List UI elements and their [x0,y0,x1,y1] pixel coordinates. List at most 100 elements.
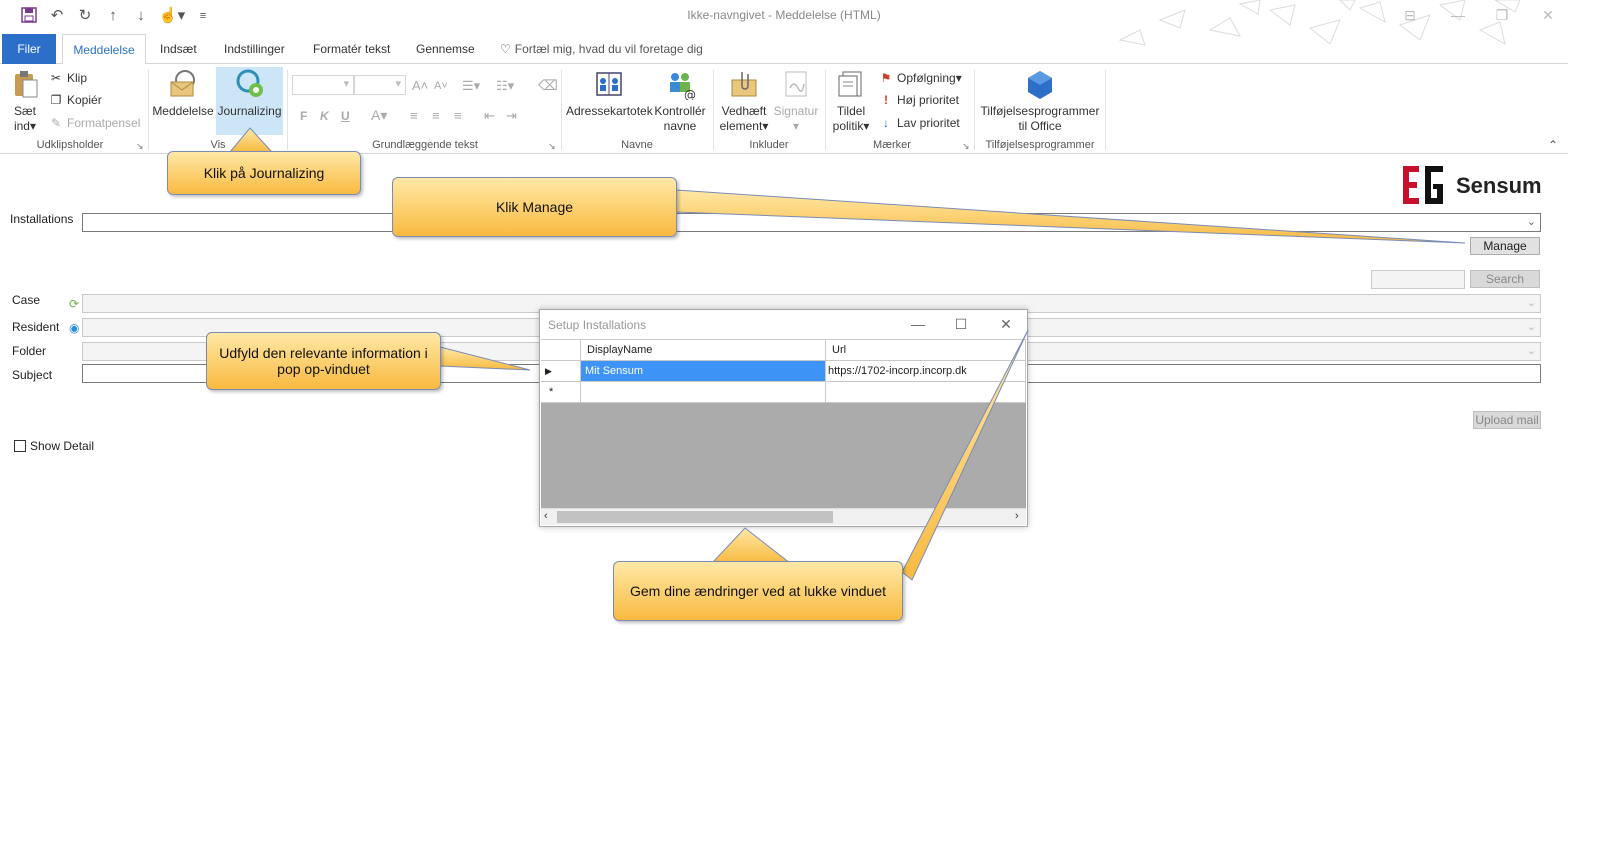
scroll-right-icon[interactable]: › [1015,510,1019,522]
scrollbar-thumb[interactable] [557,511,833,523]
row-selector-new[interactable]: * [541,382,581,403]
tell-me-text: Fortæl mig, hvad du vil foretage dig [514,42,703,56]
clear-formatting-icon[interactable]: ⌫ [538,77,558,94]
address-book-icon [593,68,625,100]
tab-file[interactable]: Filer [2,34,56,64]
dropdown-arrow-icon: ▾ [955,71,962,85]
grow-font-icon[interactable]: A˄ [412,78,428,93]
close-icon[interactable]: ✕ [991,314,1021,334]
font-size-dropdown[interactable]: ▾ [354,75,406,95]
case-label: Case [12,293,41,307]
bullets-icon[interactable]: ☰▾ [462,78,480,94]
dialog-launcher-icon[interactable]: ↘ [548,141,556,152]
paperclip-icon [728,68,760,100]
copy-label: Kopiér [67,93,102,107]
cut-label: Klip [67,71,88,85]
cut-button[interactable]: ✂ Klip [48,68,87,88]
italic-button[interactable]: K [320,109,329,123]
increase-indent-icon[interactable]: ⇥ [506,108,517,124]
group-basic-text-label: Grundlæggende tekst [372,139,478,151]
svg-text:@: @ [684,88,696,100]
maximize-icon[interactable]: ☐ [946,314,976,334]
decrease-indent-icon[interactable]: ⇤ [484,108,495,124]
group-include-label: Inkluder [749,139,789,151]
assign-policy-button[interactable]: Tildel politik▾ [828,68,874,134]
journalizing-button[interactable]: Journalizing [216,67,283,135]
numbering-icon[interactable]: ☷▾ [496,78,514,94]
case-refresh-icon[interactable]: ⟳ [69,297,79,311]
message-view-button[interactable]: Meddelelse [152,68,214,119]
high-priority-button[interactable]: ! Høj prioritet [878,90,959,110]
cell-displayname[interactable]: Mit Sensum [581,361,826,382]
lightbulb-icon: ♡ [500,42,511,56]
dialog-launcher-icon[interactable]: ↘ [136,141,144,152]
cell-displayname-new[interactable] [581,382,826,403]
tell-me-box[interactable]: ♡ Fortæl mig, hvad du vil foretage dig [490,34,713,64]
policy-icon [835,68,867,100]
font-color-button[interactable]: A▾ [371,107,387,124]
check-names-label: Kontrollér navne [654,104,706,133]
ribbon-display-icon[interactable]: ⊟ [1390,4,1430,26]
attach-item-button[interactable]: Vedhæft element▾ [716,68,772,134]
group-names-label: Navne [621,139,653,151]
pointer-save-up [710,527,792,564]
column-header-displayname[interactable]: DisplayName [581,340,826,361]
group-vis-label: Vis [210,139,226,151]
check-names-icon: @ [664,68,696,102]
folder-label: Folder [12,344,47,358]
address-book-button[interactable]: Adressekartotek [566,68,653,119]
check-names-button[interactable]: @ Kontrollér navne [652,68,708,134]
office-addins-button[interactable]: Tilføjelsesprogrammer til Office [978,68,1102,134]
horizontal-scrollbar[interactable]: ‹ › [541,508,1026,525]
show-detail-label: Show Detail [30,439,95,453]
down-arrow-icon: ↓ [883,116,889,130]
manage-button[interactable]: Manage [1470,237,1540,255]
divider [148,70,149,150]
divider [287,70,288,150]
scroll-left-icon[interactable]: ‹ [544,510,548,522]
paste-button[interactable]: Sæt ind▾ [6,68,44,134]
underline-button[interactable]: U [341,109,350,123]
signature-button[interactable]: Signatur ▾ [772,68,820,134]
align-right-icon[interactable]: ≡ [454,108,462,123]
flag-icon: ⚑ [880,71,892,85]
dialog-launcher-icon[interactable]: ↘ [962,141,970,152]
brand-name: Sensum [1456,173,1542,198]
shrink-font-icon[interactable]: A˅ [434,80,448,92]
minimize-icon[interactable]: — [1438,4,1478,26]
tab-options[interactable]: Indstillinger [214,34,295,64]
cell-url-new[interactable] [826,382,1026,403]
checkbox-box[interactable] [14,440,26,452]
cell-url[interactable]: https://1702-incorp.incorp.dk [826,361,1026,382]
tab-review[interactable]: Gennemse [406,34,485,64]
tab-format-text[interactable]: Formatér tekst [303,34,400,64]
tab-insert[interactable]: Indsæt [150,34,207,64]
align-center-icon[interactable]: ≡ [432,108,440,123]
align-left-icon[interactable]: ≡ [410,108,418,123]
resident-info-icon[interactable]: ◉ [69,321,79,335]
tab-message[interactable]: Meddelelse [62,34,146,65]
font-name-dropdown[interactable]: ▾ [292,75,354,95]
copy-button[interactable]: ❐ Kopiér [48,90,102,110]
maximize-icon[interactable]: ❐ [1482,4,1522,26]
installations-dropdown[interactable]: ⌄ [82,213,1541,232]
callout-journalizing: Klik på Journalizing [167,151,361,195]
row-selector[interactable]: ▶ [541,361,581,382]
format-painter-button[interactable]: ✎ Formatpensel [48,113,140,133]
scissors-icon: ✂ [50,71,62,85]
collapse-ribbon-icon[interactable]: ⌃ [1548,138,1558,152]
installations-grid[interactable]: DisplayName Url ▶ Mit Sensum https://170… [541,339,1026,525]
upload-mail-button[interactable]: Upload mail [1473,411,1541,429]
minimize-icon[interactable]: — [903,314,933,334]
column-header-url[interactable]: Url [826,340,1026,361]
search-button[interactable]: Search [1470,270,1540,288]
title-bar: ↶ ↻ ↑ ↓ ☝▾ ≡ Ikke-navngivet - Meddelelse… [0,0,1600,46]
paste-icon [9,68,41,100]
assign-policy-label: Tildel politik [832,104,866,133]
bold-button[interactable]: F [300,109,307,123]
search-input[interactable] [1371,270,1465,289]
follow-up-button[interactable]: ⚑ Opfølgning▾ [878,68,962,88]
divider [1105,70,1106,150]
close-icon[interactable]: ✕ [1528,4,1568,26]
low-priority-button[interactable]: ↓ Lav prioritet [878,113,960,133]
